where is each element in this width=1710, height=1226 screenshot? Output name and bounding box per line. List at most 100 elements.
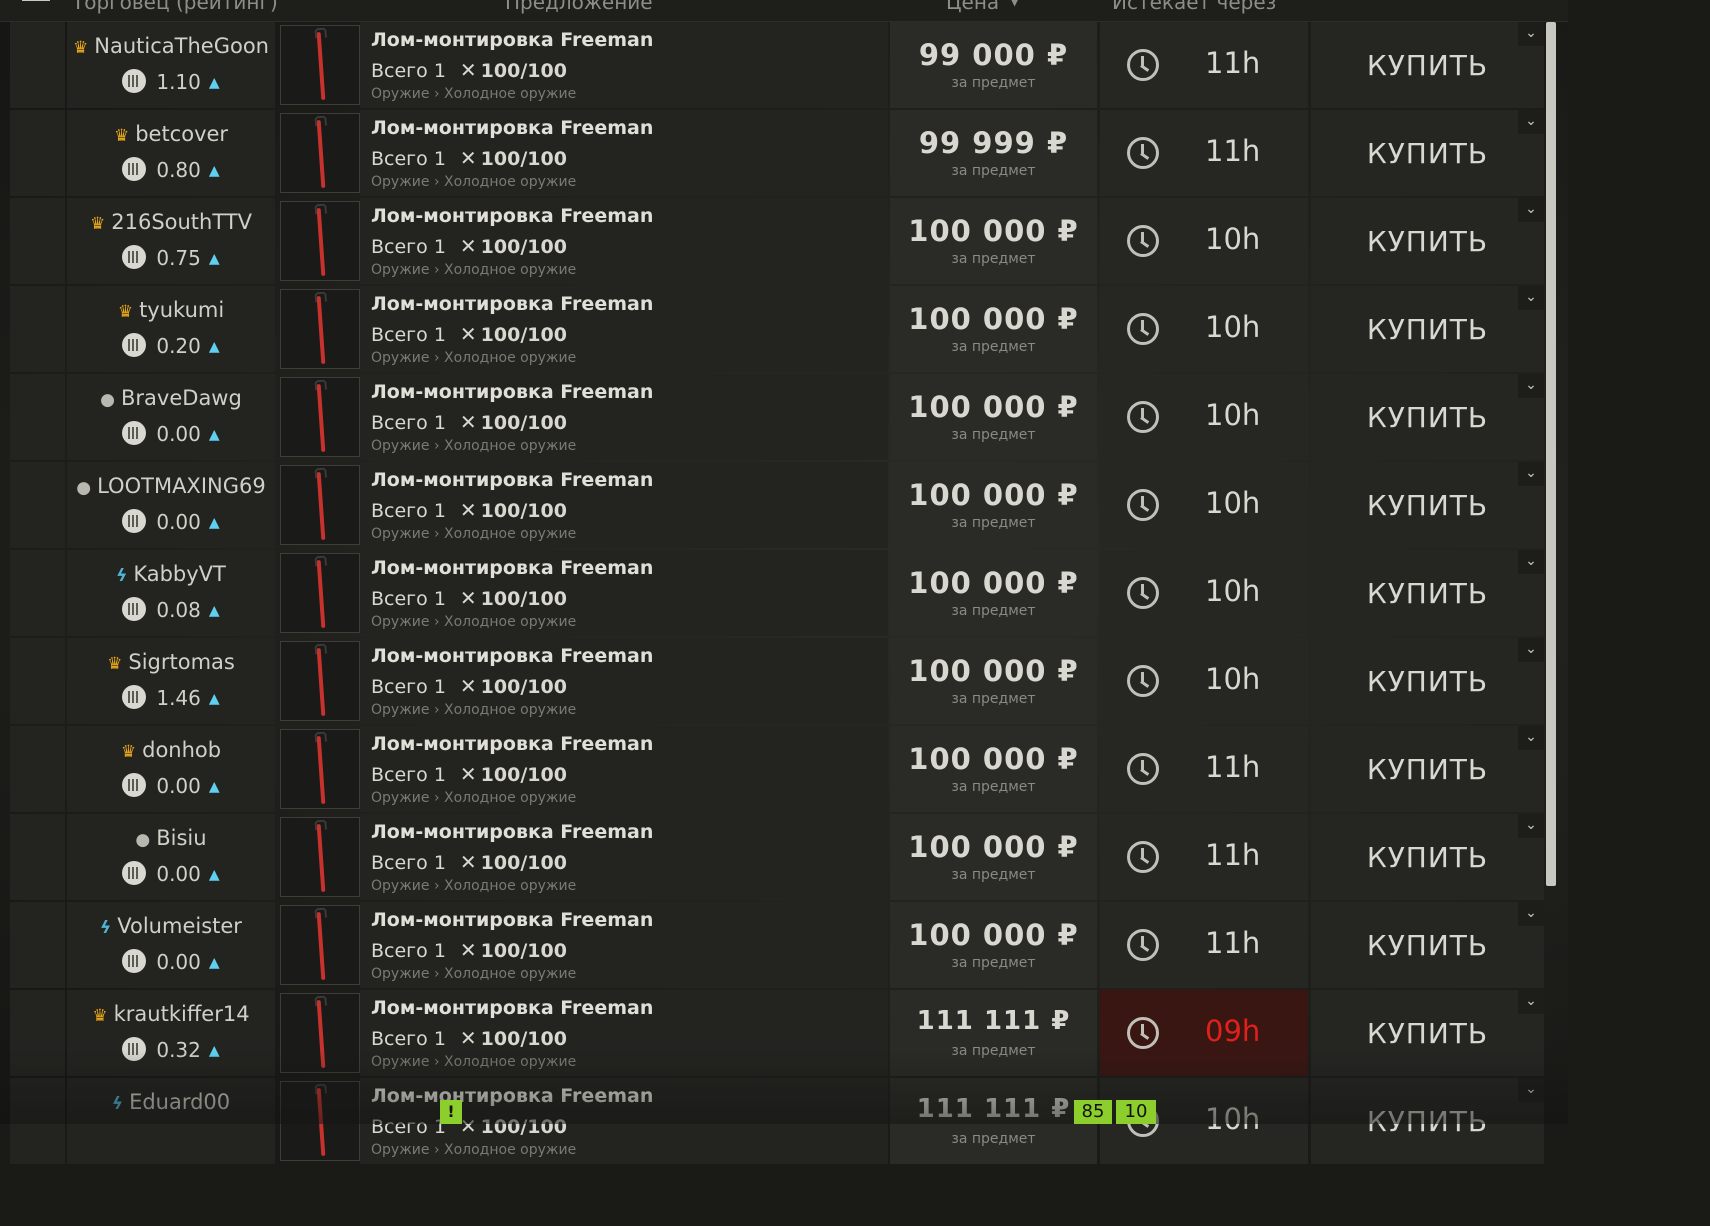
seller-name-block[interactable]: ♛ betcover: [67, 122, 275, 146]
buy-button[interactable]: КУПИТЬ ⌄: [1311, 550, 1544, 636]
seller-name-block[interactable]: ϟ KabbyVT: [67, 562, 275, 586]
item-name[interactable]: Лом-монтировка Freeman: [371, 29, 653, 51]
item-name[interactable]: Лом-монтировка Freeman: [371, 381, 653, 403]
seller-name[interactable]: krautkiffer14: [114, 1002, 250, 1026]
seller-cell[interactable]: ● BraveDawg 0.00 ▲: [67, 374, 275, 460]
seller-name[interactable]: LOOTMAXING69: [97, 474, 266, 498]
seller-name-block[interactable]: ♛ NauticaTheGoon: [67, 34, 275, 58]
seller-name[interactable]: Bisiu: [156, 826, 206, 850]
seller-name-block[interactable]: ♛ tyukumi: [67, 298, 275, 322]
chevron-down-icon[interactable]: ⌄: [1518, 110, 1544, 134]
seller-name-block[interactable]: ● Bisiu: [67, 826, 275, 850]
item-thumbnail[interactable]: [280, 729, 360, 809]
item-thumbnail[interactable]: [280, 641, 360, 721]
seller-name-block[interactable]: ♛ krautkiffer14: [67, 1002, 275, 1026]
table-row[interactable]: ♛ tyukumi 0.20 ▲ Лом-монтировка Freeman Вс…: [10, 286, 1544, 374]
seller-name-block[interactable]: ♛ 216SouthTTV: [67, 210, 275, 234]
chevron-down-icon[interactable]: ⌄: [1518, 550, 1544, 574]
seller-name[interactable]: KabbyVT: [133, 562, 226, 586]
buy-button[interactable]: КУПИТЬ ⌄: [1311, 902, 1544, 988]
item-thumbnail[interactable]: [280, 905, 360, 985]
seller-cell[interactable]: ● Bisiu 0.00 ▲: [67, 814, 275, 900]
scrollbar[interactable]: [1546, 22, 1556, 886]
table-row[interactable]: ϟ Volumeister 0.00 ▲ Лом-монтировка Freema…: [10, 902, 1544, 990]
seller-cell[interactable]: ϟ Volumeister 0.00 ▲: [67, 902, 275, 988]
buy-button[interactable]: КУПИТЬ ⌄: [1311, 374, 1544, 460]
buy-button[interactable]: КУПИТЬ ⌄: [1311, 814, 1544, 900]
seller-cell[interactable]: ● LOOTMAXING69 0.00 ▲: [67, 462, 275, 548]
seller-cell[interactable]: ♛ NauticaTheGoon 1.10 ▲: [67, 22, 275, 108]
table-row[interactable]: ♛ donhob 0.00 ▲ Лом-монтировка Freeman Все…: [10, 726, 1544, 814]
table-row[interactable]: ● LOOTMAXING69 0.00 ▲ Лом-монтировка Freem…: [10, 462, 1544, 550]
item-name[interactable]: Лом-монтировка Freeman: [371, 469, 653, 491]
table-row[interactable]: ● Bisiu 0.00 ▲ Лом-монтировка Freeman Всег…: [10, 814, 1544, 902]
item-thumbnail[interactable]: [280, 817, 360, 897]
buy-button[interactable]: КУПИТЬ ⌄: [1311, 22, 1544, 108]
item-thumbnail[interactable]: [280, 201, 360, 281]
buy-button[interactable]: КУПИТЬ ⌄: [1311, 638, 1544, 724]
item-thumbnail[interactable]: [280, 289, 360, 369]
table-row[interactable]: ϟ KabbyVT 0.08 ▲ Лом-монтировка Freeman Вс…: [10, 550, 1544, 638]
table-row[interactable]: ♛ betcover 0.80 ▲ Лом-монтировка Freeman В…: [10, 110, 1544, 198]
chevron-down-icon[interactable]: ⌄: [1518, 638, 1544, 662]
header-expires[interactable]: Истекает через: [1112, 0, 1276, 14]
item-name[interactable]: Лом-монтировка Freeman: [371, 293, 653, 315]
chevron-down-icon[interactable]: ⌄: [1518, 990, 1544, 1014]
header-seller[interactable]: Торговец (рейтинг): [72, 0, 278, 14]
seller-cell[interactable]: ♛ tyukumi 0.20 ▲: [67, 286, 275, 372]
seller-cell[interactable]: ♛ Sigrtomas 1.46 ▲: [67, 638, 275, 724]
item-name[interactable]: Лом-монтировка Freeman: [371, 997, 653, 1019]
header-price[interactable]: Цена: [946, 0, 999, 14]
seller-cell[interactable]: ♛ 216SouthTTV 0.75 ▲: [67, 198, 275, 284]
seller-cell[interactable]: ♛ betcover 0.80 ▲: [67, 110, 275, 196]
seller-name-block[interactable]: ♛ Sigrtomas: [67, 650, 275, 674]
seller-name-block[interactable]: ● BraveDawg: [67, 386, 275, 410]
header-offer[interactable]: Предложение: [505, 0, 653, 14]
chevron-down-icon[interactable]: ⌄: [1518, 462, 1544, 486]
seller-name[interactable]: Eduard00: [129, 1090, 230, 1114]
table-row[interactable]: ♛ krautkiffer14 0.32 ▲ Лом-монтировка Free…: [10, 990, 1544, 1078]
chevron-down-icon[interactable]: ⌄: [1518, 22, 1544, 46]
buy-button[interactable]: КУПИТЬ ⌄: [1311, 1078, 1544, 1164]
seller-name-block[interactable]: ϟ Eduard00: [67, 1090, 275, 1114]
seller-name[interactable]: tyukumi: [139, 298, 224, 322]
table-row[interactable]: ♛ Sigrtomas 1.46 ▲ Лом-монтировка Freeman …: [10, 638, 1544, 726]
item-thumbnail[interactable]: [280, 1081, 360, 1161]
item-thumbnail[interactable]: [280, 377, 360, 457]
item-name[interactable]: Лом-монтировка Freeman: [371, 117, 653, 139]
chevron-down-icon[interactable]: ⌄: [1518, 286, 1544, 310]
chevron-down-icon[interactable]: ⌄: [1518, 198, 1544, 222]
seller-name[interactable]: betcover: [135, 122, 228, 146]
buy-button[interactable]: КУПИТЬ ⌄: [1311, 110, 1544, 196]
item-name[interactable]: Лом-монтировка Freeman: [371, 821, 653, 843]
buy-button[interactable]: КУПИТЬ ⌄: [1311, 198, 1544, 284]
buy-button[interactable]: КУПИТЬ ⌄: [1311, 286, 1544, 372]
item-thumbnail[interactable]: [280, 113, 360, 193]
seller-name[interactable]: Volumeister: [117, 914, 242, 938]
table-row[interactable]: ♛ NauticaTheGoon 1.10 ▲ Лом-монтировка Fre…: [10, 22, 1544, 110]
seller-name[interactable]: BraveDawg: [121, 386, 242, 410]
chevron-down-icon[interactable]: ⌄: [1518, 814, 1544, 838]
table-row[interactable]: ♛ 216SouthTTV 0.75 ▲ Лом-монтировка Freema…: [10, 198, 1544, 286]
item-name[interactable]: Лом-монтировка Freeman: [371, 909, 653, 931]
buy-button[interactable]: КУПИТЬ ⌄: [1311, 462, 1544, 548]
seller-name-block[interactable]: ● LOOTMAXING69: [67, 474, 275, 498]
seller-cell[interactable]: ϟ Eduard00: [67, 1078, 275, 1164]
seller-name-block[interactable]: ϟ Volumeister: [67, 914, 275, 938]
item-thumbnail[interactable]: [280, 553, 360, 633]
item-thumbnail[interactable]: [280, 25, 360, 105]
table-row[interactable]: ϟ Eduard00 Лом-монтировка Freeman Всего 1…: [10, 1078, 1544, 1166]
seller-name[interactable]: donhob: [142, 738, 221, 762]
seller-name[interactable]: Sigrtomas: [128, 650, 234, 674]
buy-button[interactable]: КУПИТЬ ⌄: [1311, 990, 1544, 1076]
seller-cell[interactable]: ϟ KabbyVT 0.08 ▲: [67, 550, 275, 636]
item-thumbnail[interactable]: [280, 993, 360, 1073]
item-name[interactable]: Лом-монтировка Freeman: [371, 645, 653, 667]
chevron-down-icon[interactable]: ⌄: [1518, 1078, 1544, 1102]
seller-name[interactable]: NauticaTheGoon: [94, 34, 269, 58]
item-name[interactable]: Лом-монтировка Freeman: [371, 205, 653, 227]
seller-cell[interactable]: ♛ krautkiffer14 0.32 ▲: [67, 990, 275, 1076]
item-name[interactable]: Лом-монтировка Freeman: [371, 557, 653, 579]
seller-name[interactable]: 216SouthTTV: [111, 210, 252, 234]
seller-name-block[interactable]: ♛ donhob: [67, 738, 275, 762]
